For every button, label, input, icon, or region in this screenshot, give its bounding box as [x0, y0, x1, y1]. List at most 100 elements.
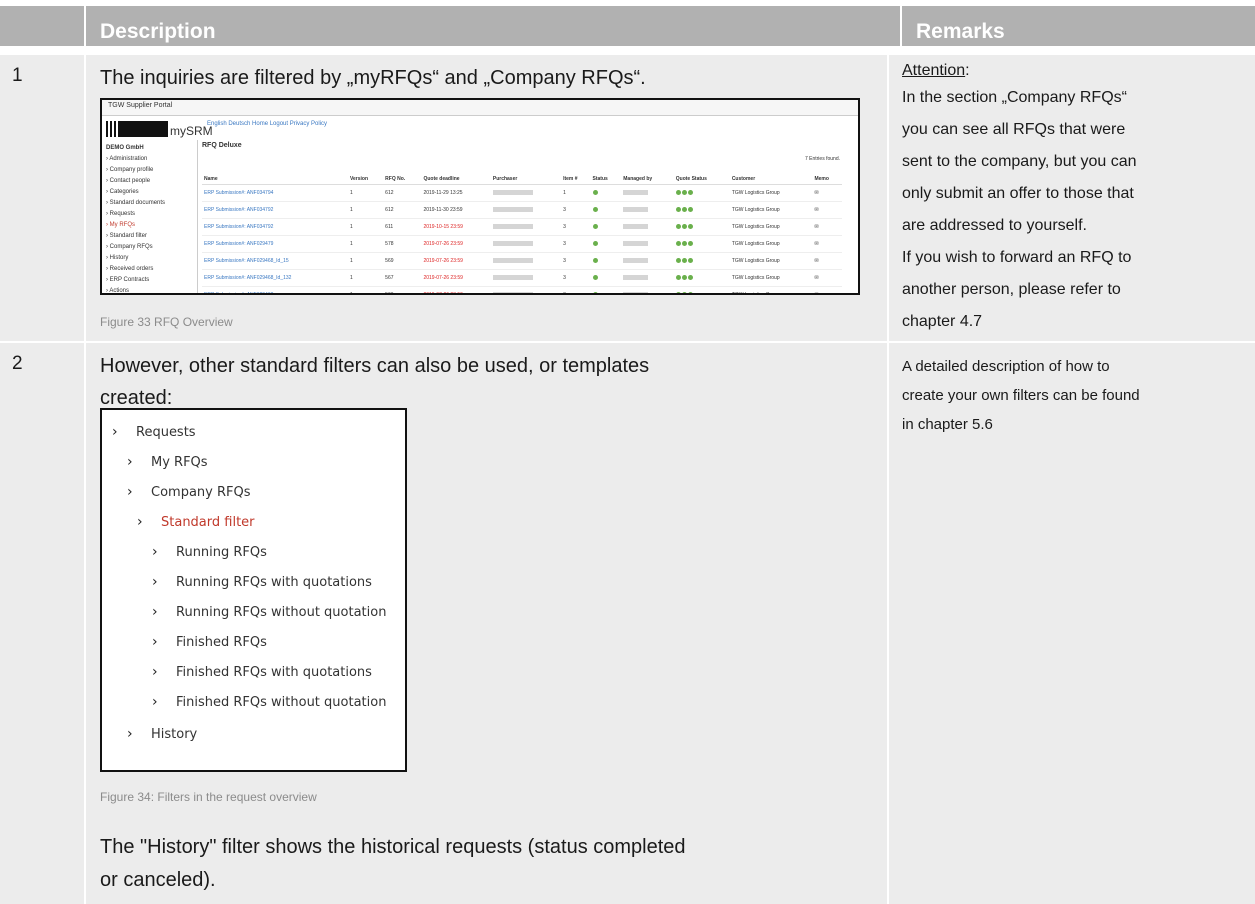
filter-tree-item[interactable]: › Running RFQs with quotations [152, 574, 372, 590]
traffic-light-icon [687, 257, 693, 263]
sidebar-item[interactable]: › ERP Contracts [102, 275, 197, 286]
quote-status [673, 235, 730, 253]
rfq-main-panel: RFQ Deluxe 7 Entries found. Name Version R… [198, 140, 858, 293]
sidebar-item[interactable]: › Company profile [102, 165, 197, 176]
filter-label: Standard filter [161, 515, 255, 530]
header-number-cell [0, 6, 84, 46]
status-dot-icon [592, 274, 598, 280]
sidebar-item[interactable]: › Categories [102, 187, 197, 198]
chevron-right-icon: › [152, 634, 158, 650]
traffic-light-icon [687, 291, 693, 293]
table-row[interactable]: ERP Submission#: ANF034792 1 612 2019-11-30… [202, 201, 842, 219]
row1-description-text: The inquiries are filtered by „myRFQs“ a… [100, 67, 646, 89]
rfq-number: 611 [383, 218, 422, 236]
quote-deadline: 2019-11-30 23:59 [421, 201, 491, 219]
rfq-number: 578 [383, 235, 422, 253]
filter-tree-item[interactable]: › Running RFQs [152, 544, 267, 560]
rfq-name: ERP Submission#: ANF034792 [202, 218, 348, 236]
memo-icon: ✉ [812, 201, 842, 219]
row2-number: 2 [12, 353, 23, 374]
rfq-version: 1 [347, 269, 384, 287]
browser-tab-bar: TGW Supplier Portal [102, 100, 858, 116]
chevron-right-icon: › [152, 544, 158, 560]
traffic-light-icon [681, 240, 687, 246]
traffic-light-icon [675, 274, 681, 280]
filter-tree-item[interactable]: › Finished RFQs [152, 634, 267, 650]
purchaser [490, 252, 562, 270]
rfq-number: 612 [383, 184, 422, 202]
item-count: 3 [561, 201, 591, 219]
filter-tree-item[interactable]: › My RFQs [127, 454, 208, 470]
filter-tree-item[interactable]: › Finished RFQs with quotations [152, 664, 372, 680]
filter-label: Finished RFQs with quotations [176, 665, 372, 680]
row1-remarks: Attention: In the section „Company RFQs“… [902, 60, 1247, 338]
row2-remark-lines: A detailed description of how to create y… [902, 352, 1247, 439]
filter-tree-item[interactable]: › Standard filter [137, 514, 255, 530]
item-count: 3 [561, 235, 591, 253]
rfq-name: ERP Submission#: ANF034794 [202, 184, 348, 202]
document-table: Description Remarks 1 The inquiries are … [0, 0, 1255, 904]
rfq-version: 1 [347, 252, 384, 270]
table-row[interactable]: ERP Submission#: ANF029479 1 578 2019-07-26… [202, 235, 842, 253]
sidebar: DEMO GmbH › Administration › Company prof… [102, 140, 198, 293]
remark-line: are addressed to yourself. [902, 217, 1087, 234]
sidebar-item[interactable]: › Contact people [102, 176, 197, 187]
rfq-version: 1 [347, 286, 384, 293]
sidebar-item[interactable]: › History [102, 253, 197, 264]
customer: TGW Logistics Group [729, 286, 813, 293]
filter-tree-item[interactable]: › Requests [112, 424, 196, 440]
memo-icon: ✉ [812, 286, 842, 293]
sidebar-item[interactable]: › Received orders [102, 264, 197, 275]
sidebar-item[interactable]: › Administration [102, 154, 197, 165]
blurred-value [492, 223, 533, 229]
filter-label: Running RFQs without quotation [176, 605, 387, 620]
sidebar-item[interactable]: › Actions [102, 286, 197, 293]
table-row[interactable]: ERP Submission#: ANF034792 1 611 2019-10-15… [202, 218, 842, 236]
blurred-value [492, 240, 533, 246]
filter-label: Running RFQs with quotations [176, 575, 372, 590]
quote-status [673, 269, 730, 287]
table-row[interactable]: ERP Submission#: ANF029468_Id_132 1 567 201… [202, 269, 842, 287]
traffic-light-icon [681, 291, 687, 293]
filter-tree-item[interactable]: › Company RFQs [127, 484, 251, 500]
rfq-number: 566 [383, 286, 422, 293]
row1-number: 1 [12, 65, 23, 86]
filter-label: Finished RFQs without quotation [176, 695, 387, 710]
traffic-light-icon [681, 223, 687, 229]
table-row[interactable]: ERP Submission#: ANF034794 1 612 2019-11-29… [202, 184, 842, 202]
status-dot-icon [592, 223, 598, 229]
column-header: Version [347, 174, 384, 185]
traffic-light-icon [675, 206, 681, 212]
sidebar-item[interactable]: › Requests [102, 209, 197, 220]
entries-found: 7 Entries found. [804, 156, 840, 162]
row2-remarks: A detailed description of how to create y… [902, 352, 1247, 439]
sidebar-item[interactable]: › Standard documents [102, 198, 197, 209]
traffic-light-icon [681, 274, 687, 280]
sidebar-item[interactable]: › Company RFQs [102, 242, 197, 253]
filter-label: Finished RFQs [176, 635, 267, 650]
filter-tree-item[interactable]: › History [127, 726, 197, 742]
table-row[interactable]: ERP Submission#: ANF029468 1 566 2019-07-26… [202, 286, 842, 293]
table-row[interactable]: ERP Submission#: ANF029468_Id_15 1 569 2019… [202, 252, 842, 270]
sidebar-item[interactable]: › My RFQs [102, 220, 197, 231]
chevron-right-icon: › [112, 424, 118, 440]
rfq-version: 1 [347, 218, 384, 236]
quote-deadline: 2019-11-29 13:25 [421, 184, 491, 202]
quote-status [673, 184, 730, 202]
status-dot-icon [592, 240, 598, 246]
filter-tree-item[interactable]: › Finished RFQs without quotation [152, 694, 386, 710]
memo-icon: ✉ [812, 218, 842, 236]
filter-tree-item[interactable]: › Running RFQs without quotation [152, 604, 386, 620]
chevron-right-icon: › [127, 726, 133, 742]
remark-line: chapter 4.7 [902, 313, 983, 330]
chevron-right-icon: › [152, 694, 158, 710]
rfq-page-title: RFQ Deluxe [202, 142, 242, 149]
header-description-cell: Description [86, 6, 900, 46]
chevron-right-icon: › [137, 514, 143, 530]
customer: TGW Logistics Group [729, 218, 813, 236]
column-header: Quote Status [673, 174, 730, 185]
rfq-name: ERP Submission#: ANF034792 [202, 201, 348, 219]
sidebar-item[interactable]: › Standard filter [102, 231, 197, 242]
filter-tree-screenshot: › Requests › My RFQs › Company RFQs › Standard … [100, 408, 407, 772]
column-header: Memo [812, 174, 842, 185]
